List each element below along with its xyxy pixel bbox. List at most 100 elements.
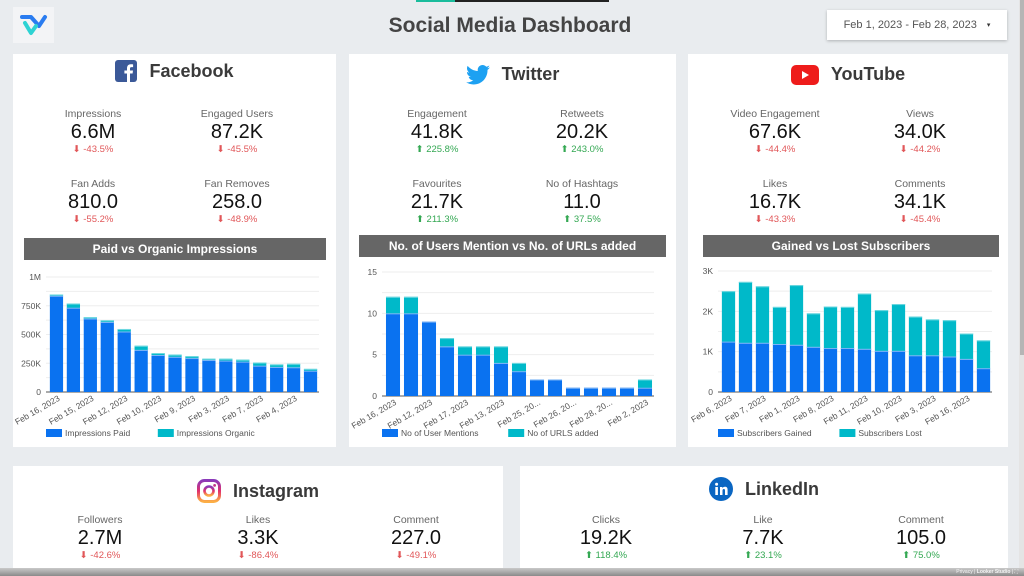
kpi-label: Impressions [64, 108, 122, 120]
bar-secondary [439, 338, 455, 347]
bar-top-edge [66, 307, 81, 309]
bar-primary [823, 348, 838, 392]
legend-swatch [382, 429, 398, 437]
kpi-label: Fan Adds [70, 178, 116, 190]
bar-top-edge [925, 319, 940, 321]
kpi-change: ⬇ -55.2% [72, 214, 114, 225]
bar-primary [789, 344, 804, 392]
youtube-title: YouTube [830, 64, 906, 84]
kpi-value: 11.0 [563, 191, 601, 213]
kpi-likes: Likes 3.3K ⬇ -86.4% [193, 514, 323, 561]
instagram-title: Instagram [232, 480, 320, 501]
bar-top-edge [303, 370, 318, 372]
kpi-value: 67.6K [748, 121, 802, 143]
vertical-scrollbar[interactable] [1019, 0, 1024, 568]
youtube-card: YouTube Video Engagement 67.6K ⬇ -44.4% … [688, 54, 1008, 447]
legend-label: Subscribers Gained [737, 428, 812, 438]
kpi-value: 34.1K [893, 191, 947, 213]
bar-primary [100, 321, 114, 392]
kpi-label: Comment [898, 514, 944, 526]
kpi-value: 105.0 [895, 527, 947, 549]
bar-primary [117, 331, 131, 392]
bar-primary [583, 387, 599, 396]
bar-top-edge [511, 362, 527, 364]
linkedin-header: LinkedIn [520, 477, 1008, 501]
legend-swatch [46, 429, 62, 437]
bar-primary [253, 365, 267, 392]
bar-primary [601, 387, 617, 396]
bar-primary [806, 346, 821, 392]
kpi-label: Retweets [560, 108, 604, 120]
bar-top-edge [49, 295, 64, 297]
bar-top-edge [583, 387, 599, 389]
bar-primary [134, 349, 148, 392]
youtube-header: YouTube [688, 64, 1008, 85]
bar-top-edge [874, 350, 889, 352]
gained-vs-lost-chart[interactable]: 01K2K3KFeb 6, 2023Feb 7, 2023Feb 1, 2023… [688, 259, 1008, 447]
bar-secondary [493, 346, 509, 363]
linkedin-card: LinkedIn Clicks 19.2K ⬆ 118.4% Like 7.7K… [520, 466, 1008, 576]
bar-top-edge [493, 362, 509, 364]
bar-top-edge [806, 346, 821, 348]
bar-top-edge [840, 348, 855, 350]
bar-top-edge [619, 387, 635, 389]
bar-top-edge [202, 358, 216, 360]
bar-top-edge [738, 281, 753, 283]
privacy-link[interactable]: Privacy [956, 569, 972, 575]
legend-label: Subscribers Lost [858, 428, 922, 438]
bar-top-edge [789, 344, 804, 346]
bar-primary [49, 295, 64, 392]
bar-top-edge [457, 346, 473, 348]
y-tick-label: 3K [703, 266, 714, 276]
bar-primary [83, 318, 97, 392]
bar-primary [565, 387, 581, 396]
y-tick-label: 0 [372, 391, 377, 401]
bar-top-edge [840, 306, 855, 308]
twitter-icon [465, 64, 490, 84]
bar-secondary [891, 304, 906, 351]
bar-secondary [755, 286, 770, 343]
bar-secondary [942, 320, 957, 357]
paid-vs-organic-chart[interactable]: 0250K500K750K1MFeb 16, 2023Feb 15, 2023F… [13, 262, 336, 447]
fullscreen-icon[interactable]: ⛶ [1014, 569, 1018, 575]
date-range-picker[interactable]: Feb 1, 2023 - Feb 28, 2023 ▾ [827, 10, 1007, 40]
chart-title: Gained vs Lost Subscribers [703, 235, 999, 257]
bar-top-edge [100, 320, 114, 322]
looker-studio-brand[interactable]: Looker Studio [977, 569, 1011, 575]
mentions-vs-urls-chart[interactable]: 051015Feb 16, 2023Feb 12, 2023Feb 17, 20… [349, 259, 676, 447]
bar-top-edge [270, 364, 284, 366]
bar-top-edge [789, 285, 804, 287]
bar-top-edge [857, 293, 872, 295]
scrollbar-thumb[interactable] [1020, 0, 1024, 355]
bar-secondary [637, 379, 653, 388]
bar-top-edge [475, 346, 491, 348]
kpi-comment: Comment 227.0 ⬇ -49.1% [351, 514, 481, 561]
kpi-label: Engaged Users [200, 108, 274, 120]
bar-top-edge [219, 360, 233, 362]
facebook-header: Facebook [13, 60, 336, 82]
bar-primary [772, 344, 787, 392]
kpi-change: ⬆ 243.0% [560, 144, 604, 155]
bar-primary [270, 366, 284, 392]
footer-bar [0, 568, 1024, 576]
kpi-label: No of Hashtags [545, 178, 619, 190]
bar-top-edge [529, 379, 545, 381]
bar-primary [439, 346, 455, 396]
bar-secondary [475, 346, 491, 355]
bar-top-edge [49, 294, 64, 296]
legend-label: No of User Mentions [401, 428, 478, 438]
bar-top-edge [547, 379, 563, 381]
kpi-value: 2.7M [77, 527, 123, 549]
loading-progress [416, 0, 455, 2]
bar-primary [185, 358, 199, 392]
bar-top-edge [806, 313, 821, 315]
kpi-change: ⬇ -45.5% [216, 144, 258, 155]
y-tick-label: 10 [368, 308, 378, 318]
kpi-value: 227.0 [390, 527, 442, 549]
bar-primary [421, 321, 437, 396]
bar-primary [942, 356, 957, 392]
bar-secondary [806, 313, 821, 347]
bar-primary [976, 368, 991, 392]
bar-primary [857, 348, 872, 392]
date-range-value: Feb 1, 2023 - Feb 28, 2023 [843, 19, 977, 31]
